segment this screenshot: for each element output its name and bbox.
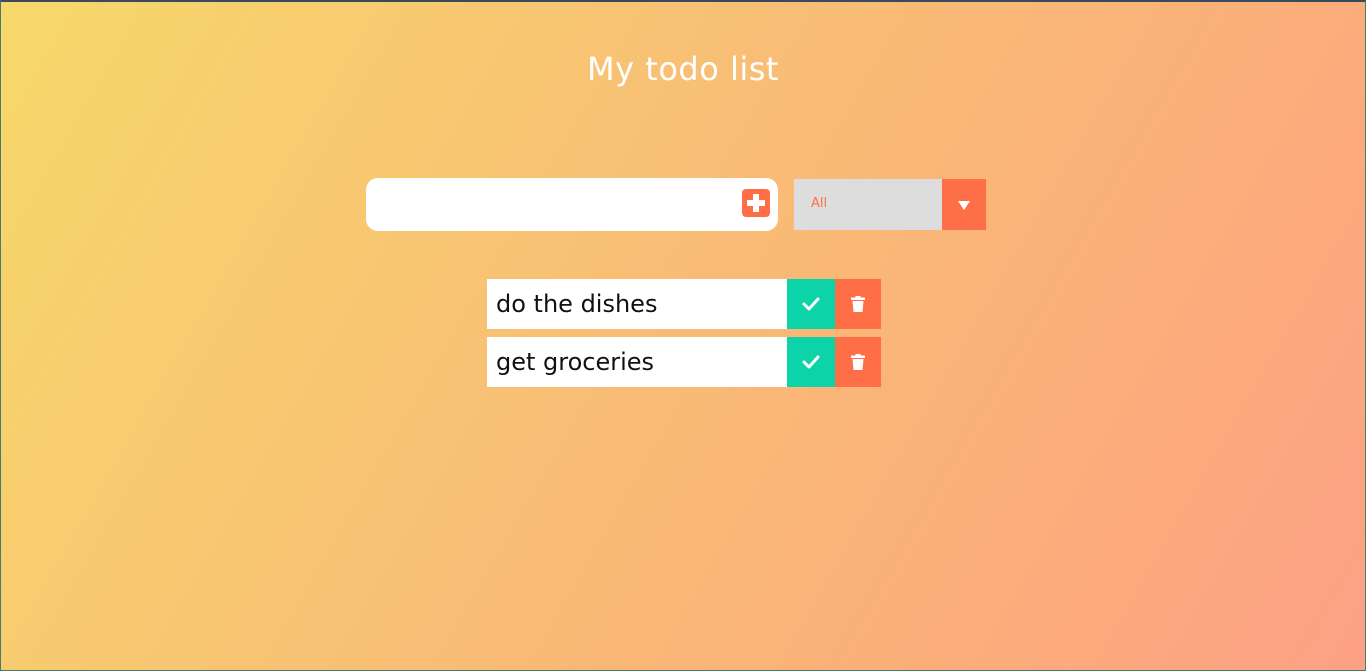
filter-dropdown-toggle[interactable]	[942, 179, 986, 230]
trash-icon	[851, 296, 865, 312]
page-title: My todo list	[587, 50, 779, 88]
filter-selected-value: All	[811, 196, 828, 211]
todo-list: do the dishes get groceries	[487, 279, 881, 395]
caret-down-icon	[958, 200, 970, 210]
todo-item: do the dishes	[487, 279, 881, 329]
todo-input[interactable]	[378, 186, 732, 225]
filter-select[interactable]: All	[794, 179, 986, 230]
todo-item-text: get groceries	[487, 337, 787, 387]
delete-button[interactable]	[835, 337, 881, 387]
todo-form	[366, 178, 778, 231]
check-icon	[802, 297, 820, 311]
todo-item-text: do the dishes	[487, 279, 787, 329]
todo-item: get groceries	[487, 337, 881, 387]
delete-button[interactable]	[835, 279, 881, 329]
add-todo-button[interactable]	[742, 189, 770, 217]
complete-button[interactable]	[787, 279, 835, 329]
trash-icon	[851, 354, 865, 370]
plus-square-icon	[747, 194, 765, 212]
complete-button[interactable]	[787, 337, 835, 387]
check-icon	[802, 355, 820, 369]
